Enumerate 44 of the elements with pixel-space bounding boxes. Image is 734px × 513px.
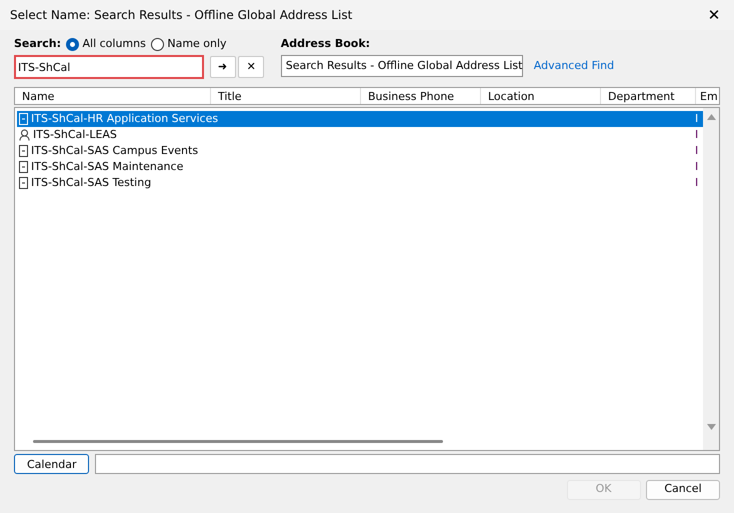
contact-name: ITS-ShCal-LEAS (33, 127, 117, 143)
contact-card-icon (19, 145, 28, 158)
close-button[interactable]: ✕ (694, 0, 734, 30)
email-cell-text: I (695, 159, 700, 175)
contact-name: ITS-ShCal-HR Application Services (31, 111, 218, 127)
column-header[interactable]: Name (15, 88, 211, 104)
column-header[interactable]: Em (696, 88, 719, 104)
email-cell-text: I (695, 127, 700, 143)
horizontal-scrollbar[interactable] (33, 440, 443, 444)
table-row[interactable]: ITS-ShCal-SAS Maintenance I (17, 159, 703, 176)
person-icon (19, 129, 30, 142)
contact-name: ITS-ShCal-SAS Campus Events (31, 143, 198, 159)
window-title: Select Name: Search Results - Offline Global Address List (10, 7, 352, 24)
contact-card-icon (19, 113, 28, 126)
search-field[interactable]: ITS-ShCal (14, 55, 204, 80)
email-cell-text: I (695, 111, 700, 127)
address-book-label: Address Book: (280, 36, 372, 52)
vertical-scrollbar[interactable] (703, 108, 719, 450)
advanced-find-link[interactable]: Advanced Find (534, 58, 614, 74)
email-cell-text: I (695, 143, 700, 159)
contact-card-icon (19, 177, 28, 190)
email-cell-text: I (695, 175, 700, 191)
search-label: Search: (14, 36, 61, 52)
go-button[interactable]: ➜ (210, 56, 236, 78)
clear-button[interactable]: ✕ (238, 56, 264, 78)
scope-radio[interactable]: Name only (151, 36, 227, 52)
scroll-up-icon[interactable] (706, 114, 716, 120)
contact-name: ITS-ShCal-SAS Testing (31, 175, 152, 191)
table-row[interactable]: ITS-ShCal-SAS Testing I (17, 175, 703, 192)
table-row[interactable]: ITS-ShCal-HR Application Services I (17, 111, 703, 128)
column-header[interactable]: Title (211, 88, 361, 104)
calendar-button[interactable]: Calendar (14, 454, 90, 474)
column-header[interactable]: Department (601, 88, 696, 104)
column-header[interactable]: Business Phone (361, 88, 481, 104)
scope-radio[interactable]: All columns (66, 36, 146, 52)
table-row[interactable]: ITS-ShCal-LEAS I (17, 127, 703, 144)
contact-name: ITS-ShCal-SAS Maintenance (31, 159, 184, 175)
contact-card-icon (19, 161, 28, 174)
column-header[interactable]: Location (481, 88, 601, 104)
address-book-dropdown[interactable]: Search Results - Offline Global Address List (280, 55, 523, 78)
table-row[interactable]: ITS-ShCal-SAS Campus Events I (17, 143, 703, 160)
calendar-field[interactable] (94, 454, 720, 474)
scroll-down-icon[interactable] (706, 424, 716, 430)
cancel-button[interactable]: Cancel (646, 480, 720, 500)
